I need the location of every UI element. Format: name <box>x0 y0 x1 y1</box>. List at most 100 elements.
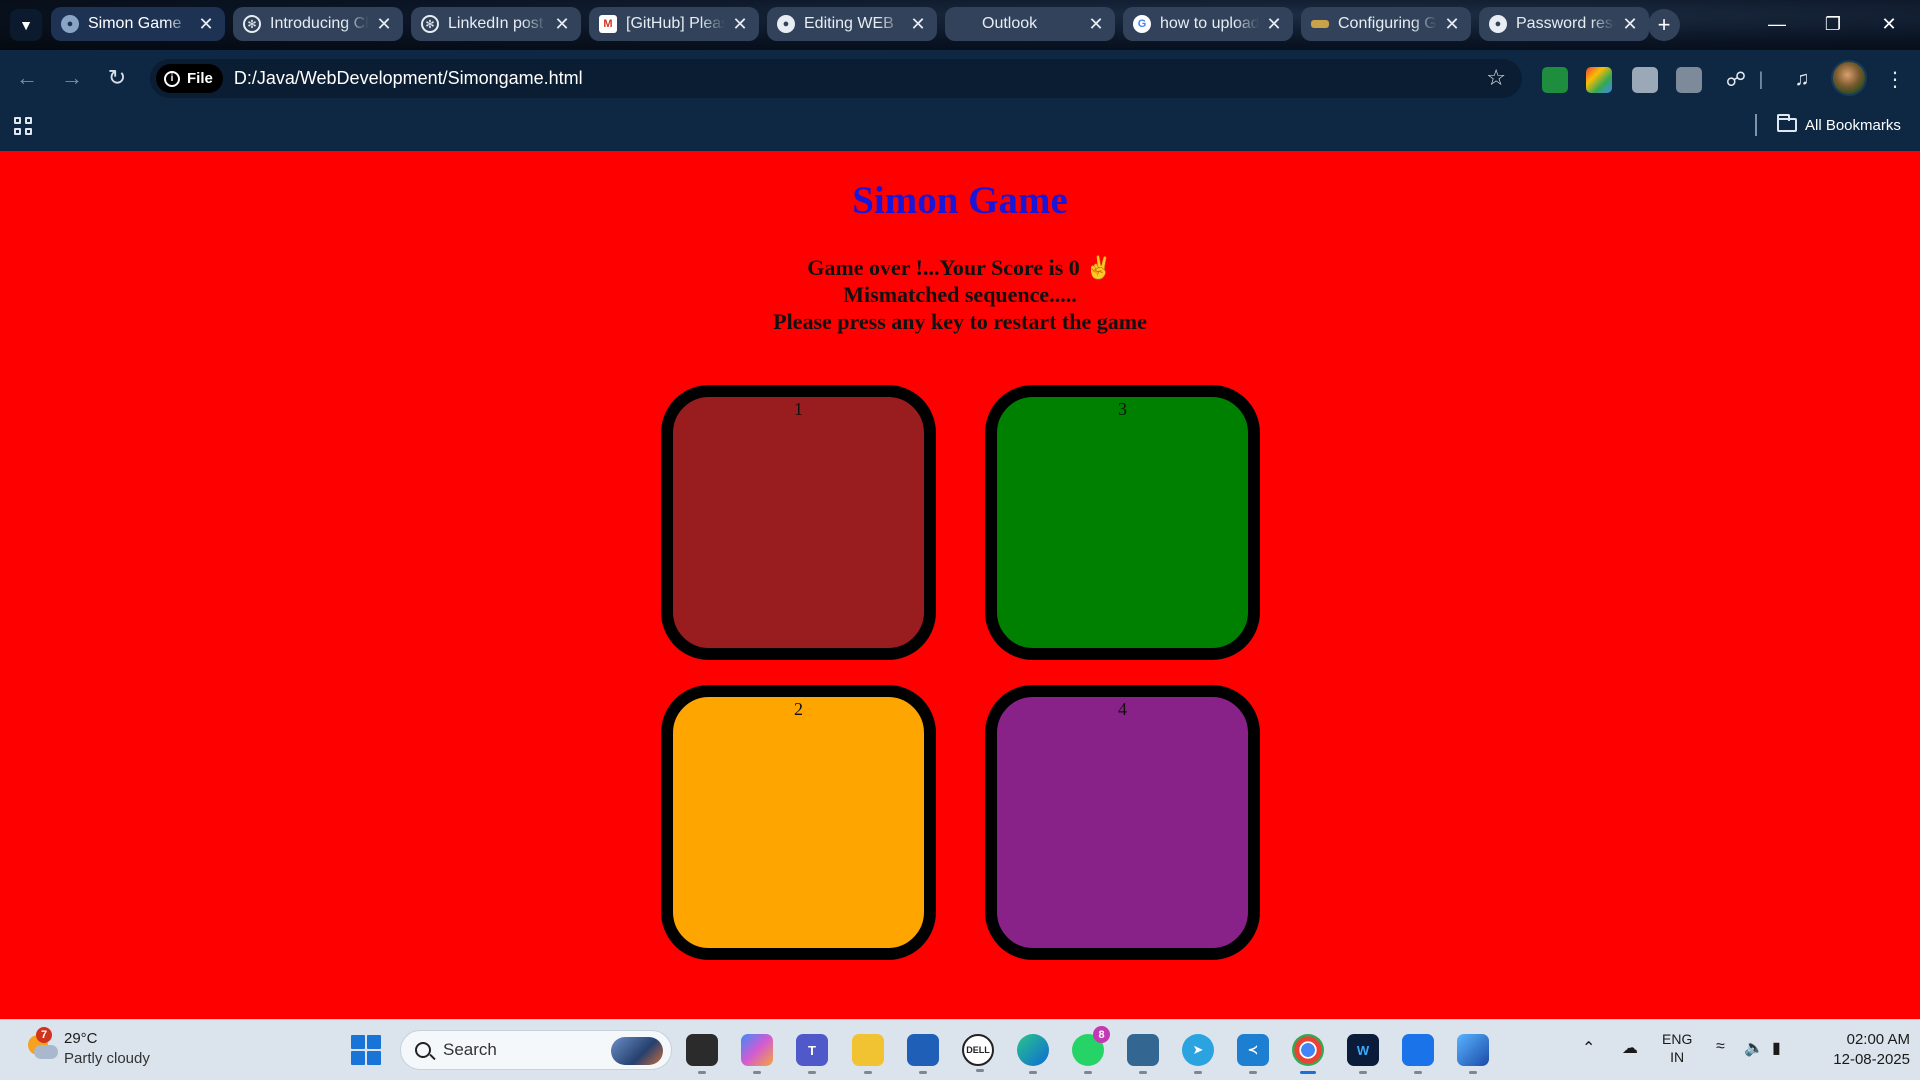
address-bar[interactable]: i File D:/Java/WebDevelopment/Simongame.… <box>150 59 1522 98</box>
tab-how-to-upload[interactable]: G how to upload ✕ <box>1123 7 1293 41</box>
close-icon[interactable]: ✕ <box>1265 14 1283 35</box>
extensions-puzzle-icon[interactable]: ☍ <box>1721 64 1751 94</box>
chrome-icon[interactable] <box>1292 1034 1324 1074</box>
openai-icon: ✻ <box>243 15 261 33</box>
site-info-chip[interactable]: i File <box>156 64 223 93</box>
search-placeholder: Search <box>443 1040 497 1059</box>
forward-arrow-icon[interactable]: → <box>54 60 90 96</box>
github-icon: ● <box>777 15 795 33</box>
close-icon[interactable]: ✕ <box>553 14 571 35</box>
restore-icon[interactable]: ❐ <box>1805 0 1861 48</box>
tab-introducing[interactable]: ✻ Introducing ChatGPT ✕ <box>233 7 403 41</box>
whatsapp-badge: 8 <box>1093 1026 1110 1043</box>
bookmark-star-icon[interactable]: ☆ <box>1486 65 1506 91</box>
menu-kebab-icon[interactable]: ⋮ <box>1880 64 1910 94</box>
page-viewport: Simon Game Game over !...Your Score is 0… <box>0 151 1920 1019</box>
system-clock[interactable]: 02:00 AM 12-08-2025 <box>1810 1030 1910 1070</box>
task-view-icon[interactable] <box>686 1034 718 1074</box>
whatsapp-icon[interactable]: 8 <box>1072 1026 1110 1074</box>
simon-pad-red[interactable]: 1 <box>661 385 936 660</box>
bookmarks-divider <box>1755 114 1757 136</box>
tab-list: ● Simon Game ✕ ✻ Introducing ChatGPT ✕ ✻… <box>51 7 1649 43</box>
reload-icon[interactable]: ↻ <box>99 60 135 96</box>
git-icon <box>1311 20 1329 28</box>
toolbar-divider: | <box>1758 68 1764 89</box>
extension-copy-icon[interactable] <box>1632 67 1658 93</box>
minimize-icon[interactable]: — <box>1749 0 1805 48</box>
tab-label: Simon Game <box>88 15 182 32</box>
close-icon[interactable]: ✕ <box>1621 14 1639 35</box>
file-explorer-icon[interactable] <box>852 1034 884 1074</box>
pad-number: 4 <box>1118 699 1127 719</box>
tab-search-button[interactable]: ▼ <box>10 9 42 41</box>
status-line-score: Game over !...Your Score is 0 ✌️ <box>807 255 1113 280</box>
tab-label: Configuring Git <box>1338 15 1437 32</box>
tab-label: Editing WEB <box>804 15 894 32</box>
tab-simon-game[interactable]: ● Simon Game ✕ <box>51 7 225 41</box>
notepad-icon[interactable] <box>1402 1034 1434 1074</box>
wifi-icon[interactable]: ≈ <box>1716 1038 1725 1056</box>
url-text[interactable]: D:/Java/WebDevelopment/Simongame.html <box>234 68 583 89</box>
tab-outlook[interactable]: Outlook ✕ <box>945 7 1115 41</box>
tab-editing-web[interactable]: ● Editing WEB ✕ <box>767 7 937 41</box>
page-title: Simon Game <box>852 179 1068 222</box>
status-line-mismatch: Mismatched sequence..... <box>843 282 1077 307</box>
close-icon[interactable]: ✕ <box>731 14 749 35</box>
media-control-icon[interactable]: ♫ <box>1787 64 1817 94</box>
postgresql-icon[interactable] <box>1127 1034 1159 1074</box>
volume-icon[interactable]: 🔈 <box>1744 1038 1764 1058</box>
close-icon[interactable]: ✕ <box>909 14 927 35</box>
dell-icon[interactable]: DELL <box>962 1034 994 1072</box>
tab-label: LinkedIn post <box>448 15 544 32</box>
simon-pad-green[interactable]: 3 <box>985 385 1260 660</box>
clock-date: 12-08-2025 <box>1833 1051 1910 1068</box>
close-icon[interactable]: ✕ <box>375 14 393 35</box>
folder-icon <box>1777 114 1797 132</box>
new-tab-button[interactable]: + <box>1648 9 1680 41</box>
simon-pad-yellow[interactable]: 2 <box>661 685 936 960</box>
weather-temperature[interactable]: 29°C <box>64 1030 98 1047</box>
teams-icon[interactable]: T <box>796 1034 828 1074</box>
weather-condition[interactable]: Partly cloudy <box>64 1050 150 1067</box>
extension-check-icon[interactable] <box>1542 67 1568 93</box>
info-icon: i <box>164 70 180 87</box>
gmail-icon: M <box>599 15 617 33</box>
photos-icon[interactable] <box>1457 1034 1489 1074</box>
extension-colors-icon[interactable] <box>1586 67 1612 93</box>
outlook-icon <box>955 15 973 33</box>
apps-grid-icon[interactable] <box>14 117 34 137</box>
tab-password-reset[interactable]: ● Password reset ✕ <box>1479 7 1649 41</box>
tray-overflow-chevron-icon[interactable]: ⌃ <box>1582 1038 1595 1058</box>
onedrive-icon[interactable]: ☁ <box>1622 1038 1638 1058</box>
tab-label: Outlook <box>982 15 1038 32</box>
tab-linkedin-post[interactable]: ✻ LinkedIn post ✕ <box>411 7 581 41</box>
cloud-icon <box>34 1045 58 1059</box>
back-arrow-icon[interactable]: ← <box>9 60 45 96</box>
game-status: Game over !...Your Score is 0 ✌️ Mismatc… <box>0 254 1920 335</box>
telegram-icon[interactable]: ➤ <box>1182 1034 1214 1074</box>
close-icon[interactable]: ✕ <box>1443 14 1461 35</box>
tab-configuring[interactable]: Configuring Git ✕ <box>1301 7 1471 41</box>
windows-start-icon[interactable] <box>351 1035 381 1065</box>
close-window-icon[interactable]: ✕ <box>1861 0 1917 48</box>
tab-label: [GitHub] Please <box>626 15 725 32</box>
waveform-app-icon[interactable]: W <box>1347 1034 1379 1074</box>
pad-number: 2 <box>794 699 803 719</box>
tab-github-mail[interactable]: M [GitHub] Please ✕ <box>589 7 759 41</box>
edge-icon[interactable] <box>1017 1034 1049 1074</box>
google-icon: G <box>1133 15 1151 33</box>
language-indicator[interactable]: ENG IN <box>1662 1030 1692 1066</box>
vscode-icon[interactable]: ≺ <box>1237 1034 1269 1074</box>
profile-avatar[interactable] <box>1831 60 1867 96</box>
simon-pad-purple[interactable]: 4 <box>985 685 1260 960</box>
extension-stack-icon[interactable] <box>1676 67 1702 93</box>
microsoft-store-icon[interactable] <box>907 1034 939 1074</box>
all-bookmarks-button[interactable]: All Bookmarks <box>1777 114 1901 136</box>
battery-icon[interactable]: ▮ <box>1772 1038 1781 1058</box>
close-icon[interactable]: ✕ <box>1087 14 1105 35</box>
taskbar-search[interactable]: Search <box>400 1030 672 1070</box>
close-icon[interactable]: ✕ <box>197 14 215 35</box>
copilot-icon[interactable] <box>741 1034 773 1074</box>
region-code: IN <box>1670 1049 1685 1065</box>
weather-widget-icon[interactable]: 7 <box>24 1027 58 1061</box>
